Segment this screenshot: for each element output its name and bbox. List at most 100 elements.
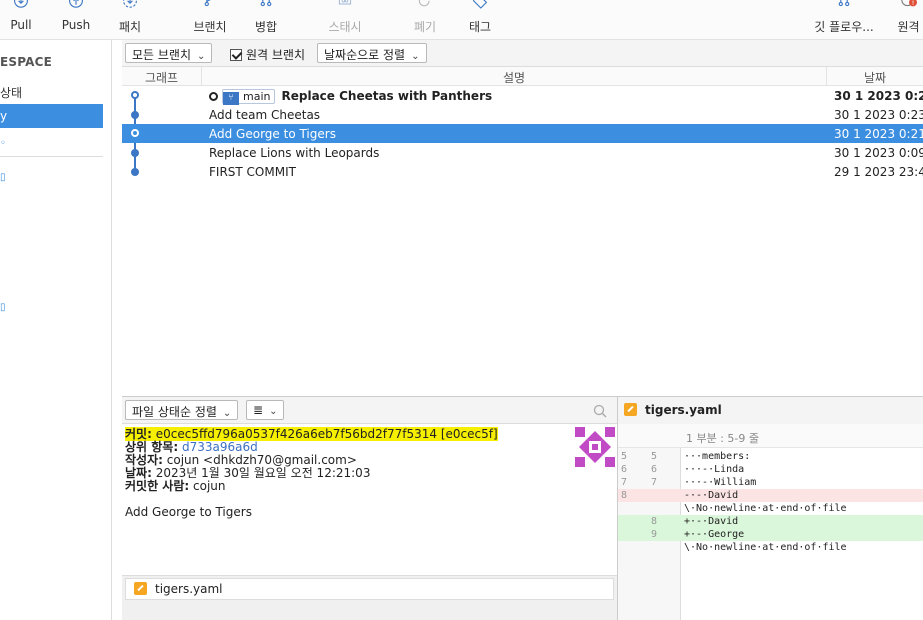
branch-tag-label: main [243,90,271,103]
new-line-number: 5 [651,451,658,462]
merge-icon [260,0,272,7]
old-line-number: 8 [621,490,628,501]
commit-row[interactable]: FIRST COMMIT 29 1 2023 23:41 [122,162,923,181]
chevron-down-icon: ⌄ [411,51,420,62]
merge-label: 병합 [254,20,278,34]
sort-dropdown[interactable]: 날짜순으로 정렬 ⌄ [317,43,427,63]
diff-line: 5 5 ···members: [618,450,923,463]
detail-toolbar: 파일 상태순 정렬 ⌄ ≣ ⌄ [122,396,617,424]
file-sort-dropdown[interactable]: 파일 상태순 정렬 ⌄ [125,400,239,420]
parent-hash-link[interactable]: d733a96a6d [182,440,258,454]
sidebar-item-status[interactable]: 상태 [0,84,22,101]
sidebar-remotes-icon[interactable]: ▯ [0,302,6,313]
commit-description: Replace Lions with Leopards [209,146,380,160]
push-button[interactable]: Push [60,0,92,40]
diff-line: \·No·newline·at·end·of·file [618,541,923,554]
git-flow-button[interactable]: 깃 플로우... [812,0,876,40]
stash-button[interactable]: 스태시 [326,0,364,40]
old-line-number: 7 [621,477,628,488]
head-indicator-icon [209,92,218,101]
diff-line-text: -·-·David [684,490,739,501]
commit-label: 커밋: [125,427,152,441]
push-icon [69,0,83,8]
commit-row[interactable]: Replace Lions with Leopards 30 1 2023 0:… [122,143,923,162]
date-value: 2023년 1월 30일 월요일 오전 12:21:03 [155,466,371,480]
diff-view: 1 부분 : 5-9 줄 5 5 ···members: 6 6 ···-·Linda … [617,424,923,620]
commit-description: Replace Cheetas with Panthers [281,89,493,103]
tag-icon [473,0,488,9]
filter-bar: 모든 브랜치 ⌄ 원격 브랜치 날짜순으로 정렬 ⌄ [122,40,923,67]
commit-date: 30 1 2023 0:23 [834,108,923,122]
tag-button[interactable]: 태그 [466,0,494,40]
pull-label: Pull [10,18,32,32]
pencil-modified-icon [624,403,637,416]
diff-line-added: 9 +·-·George [618,528,923,541]
workspace-heading: ESPACE [0,55,53,69]
chevron-down-icon: ⌄ [197,51,206,62]
old-line-number: 5 [621,451,628,462]
discard-label: 폐기 [413,20,437,34]
commit-date: 29 1 2023 23:41 [834,165,923,179]
pencil-modified-icon [134,582,147,595]
branch-icon [204,0,211,7]
diff-line-removed: 8 -·-·David [618,489,923,502]
committer-line: 커밋한 사람: cojun [125,480,226,493]
branch-button[interactable]: 브랜치 [190,0,230,40]
new-line-number: 6 [651,464,658,475]
view-mode-dropdown[interactable]: ≣ ⌄ [246,400,285,420]
diff-line: 7 7 ···-·William [618,476,923,489]
committer-label: 커밋한 사람: [125,479,190,493]
tag-label: 태그 [468,20,492,34]
branch-icon: ⑂ [223,92,239,105]
branch-filter-dropdown[interactable]: 모든 브랜치 ⌄ [125,43,213,63]
commit-description: Add George to Tigers [209,127,336,141]
sort-value: 날짜순으로 정렬 [324,48,406,62]
graph-node [131,111,139,119]
committer-value: cojun [193,479,226,493]
pull-icon [14,0,28,8]
checkbox-checked-icon[interactable] [230,49,242,61]
discard-button[interactable]: 폐기 [412,0,438,40]
sidebar-item-history[interactable]: y [0,104,103,128]
sidebar-item-history-label: y [0,109,8,123]
commit-hash[interactable]: e0cec5ffd796a0537f426a6eb7f56bd2f77f5314… [156,427,498,441]
chevron-down-icon: ⌄ [269,406,278,417]
graph-node [131,168,139,176]
stash-label: 스태시 [328,20,362,34]
diff-file-name: tigers.yaml [645,403,722,417]
diff-line-text: +·-·David [684,516,739,527]
diff-line-added: 8 +·-·David [618,515,923,528]
git-flow-icon [838,0,850,7]
search-icon[interactable] [593,404,607,418]
commit-description: FIRST COMMIT [209,165,296,179]
sidebar-item-search-icon[interactable]: ◦ [0,138,6,149]
commit-row[interactable]: Add team Cheetas 30 1 2023 0:23 [122,105,923,139]
column-header-description[interactable]: 설명 [202,67,827,86]
branch-tag[interactable]: ⑂ main [222,89,276,105]
sidebar-branches-icon[interactable]: ▯ [0,172,6,183]
file-list-item[interactable]: tigers.yaml [125,578,614,600]
remote-branches-label: 원격 브랜치 [246,48,306,62]
commit-row-selected[interactable]: Add George to Tigers 30 1 2023 0:21 [122,124,923,143]
file-name: tigers.yaml [155,582,223,596]
pull-button[interactable]: Pull [8,0,34,40]
diff-line-text: ···-·Linda [684,464,745,475]
remote-branches-toggle[interactable]: 원격 브랜치 [230,46,305,63]
new-line-number: 9 [651,529,658,540]
graph-node [131,129,139,137]
toolbar: Pull Push 패치 브랜치 병합 스태시 폐기 태그 깃 플로우... !… [0,0,923,40]
author-value: cojun <dhkdzh70@gmail.com> [166,453,357,467]
sidebar: ESPACE 상태 y ◦ ▯ ▯ [0,40,112,620]
merge-button[interactable]: 병합 [252,0,280,40]
commit-date: 30 1 2023 0:21 [834,127,923,141]
diff-line: 6 6 ···-·Linda [618,463,923,476]
column-header-graph[interactable]: 그래프 [122,67,202,86]
remote-button[interactable]: ! 원격 [894,0,923,40]
push-label: Push [61,18,91,32]
patch-button[interactable]: 패치 [116,0,144,40]
commit-date: 30 1 2023 0:26 [834,89,923,103]
column-header-date[interactable]: 날짜 [827,67,923,86]
commit-row[interactable]: ⑂ main Replace Cheetas with Panthers 30 1 … [122,86,923,105]
date-label: 날짜: [125,466,152,480]
commit-description: Add team Cheetas [209,108,321,122]
